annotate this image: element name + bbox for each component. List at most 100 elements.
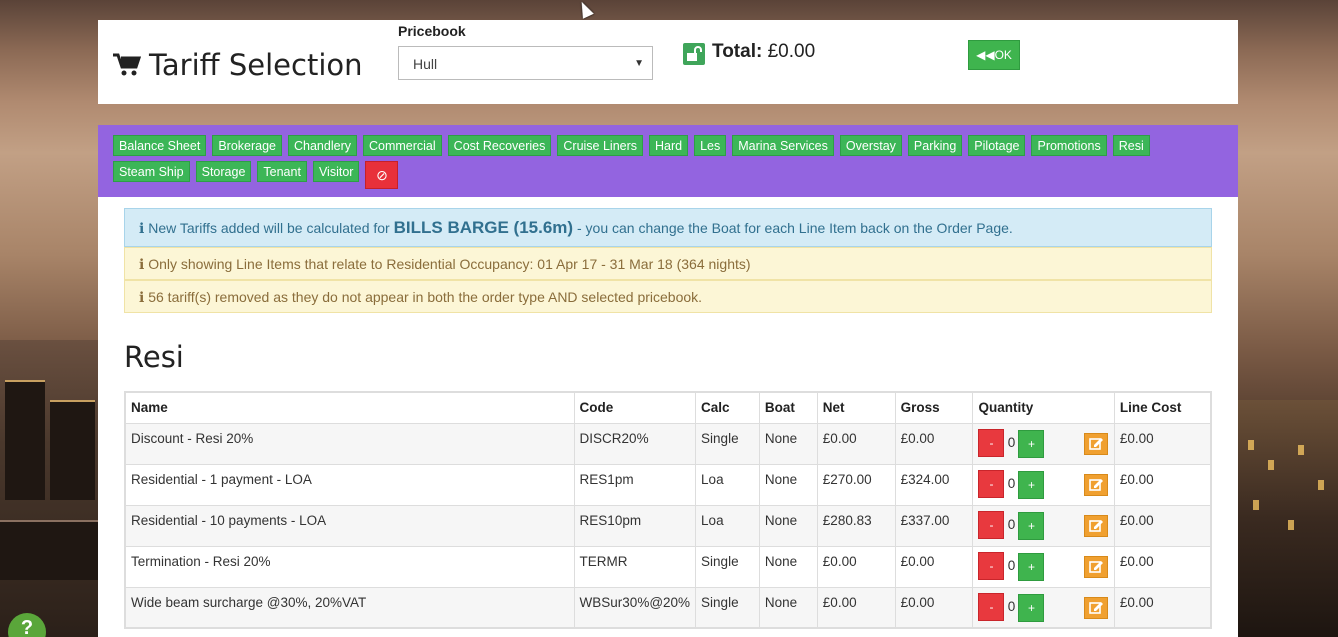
ok-label: OK: [994, 48, 1012, 62]
background-scene-right: [1238, 400, 1338, 637]
category-button-resi[interactable]: Resi: [1112, 135, 1150, 156]
category-button-cruise-liners[interactable]: Cruise Liners: [557, 135, 644, 156]
header-code: Code: [573, 391, 697, 424]
category-button-cost-recoveries[interactable]: Cost Recoveries: [447, 135, 552, 156]
cell-boat: None: [758, 463, 818, 506]
cell-boat: None: [758, 586, 818, 629]
pricebook-selected-value: Hull: [413, 56, 438, 72]
cell-code: TERMR: [573, 545, 697, 588]
edit-line-button[interactable]: [1083, 432, 1108, 455]
header-name: Name: [124, 391, 575, 424]
cell-net: £0.00: [816, 422, 896, 465]
decrease-quantity-button[interactable]: -: [978, 428, 1005, 457]
info-icon: ℹ: [139, 289, 145, 305]
category-button-hard[interactable]: Hard: [649, 135, 689, 156]
increase-quantity-button[interactable]: +: [1018, 429, 1045, 458]
decrease-quantity-button[interactable]: -: [978, 510, 1005, 539]
cell-calc: Single: [695, 545, 760, 588]
cell-name: Residential - 10 payments - LOA: [124, 504, 575, 547]
category-button-visitor[interactable]: Visitor: [312, 161, 360, 182]
cell-code: RES1pm: [573, 463, 697, 506]
edit-line-button[interactable]: [1083, 514, 1108, 537]
unlock-button[interactable]: [683, 43, 705, 65]
category-button-tenant[interactable]: Tenant: [257, 161, 307, 182]
cell-gross: £324.00: [894, 463, 974, 506]
cell-quantity: -0 +: [972, 422, 1115, 465]
category-button-chandlery[interactable]: Chandlery: [288, 135, 357, 156]
edit-icon: [1089, 560, 1103, 573]
chevron-down-icon: ▼: [634, 58, 644, 69]
cell-calc: Single: [695, 586, 760, 629]
info-suffix: - you can change the Boat for each Line …: [576, 220, 1013, 236]
header-net: Net: [816, 391, 896, 424]
table-header-row: Name Code Calc Boat Net Gross Quantity L…: [124, 391, 1212, 424]
quantity-value: 0: [1007, 476, 1016, 491]
pricebook-label: Pricebook: [398, 23, 466, 39]
header-line-cost: Line Cost: [1113, 391, 1212, 424]
edit-line-button[interactable]: [1083, 473, 1108, 496]
tariff-panel: ℹ New Tariffs added will be calculated f…: [98, 197, 1238, 637]
cell-name: Discount - Resi 20%: [124, 422, 575, 465]
cell-code: WBSur30%@20%: [573, 586, 697, 629]
cell-line-cost: £0.00: [1113, 504, 1212, 547]
edit-line-button[interactable]: [1083, 555, 1108, 578]
category-button-commercial[interactable]: Commercial: [362, 135, 442, 156]
edit-icon: [1089, 601, 1103, 614]
category-button-overstay[interactable]: Overstay: [839, 135, 902, 156]
tariff-table-body: Discount - Resi 20% DISCR20% Single None £0.…: [124, 422, 1212, 629]
cell-gross: £0.00: [894, 422, 974, 465]
cell-calc: Single: [695, 422, 760, 465]
increase-quantity-button[interactable]: +: [1018, 593, 1045, 622]
cell-line-cost: £0.00: [1113, 463, 1212, 506]
decrease-quantity-button[interactable]: -: [978, 469, 1005, 498]
decrease-quantity-button[interactable]: -: [978, 592, 1005, 621]
tariff-header: Tariff Selection Pricebook Hull ▼ Total:…: [98, 20, 1238, 104]
category-button-promotions[interactable]: Promotions: [1031, 135, 1107, 156]
page-title-text: Tariff Selection: [149, 48, 363, 82]
header-gross: Gross: [894, 391, 974, 424]
table-row: Termination - Resi 20% TERMR Single None £0.…: [124, 545, 1212, 588]
header-calc: Calc: [695, 391, 760, 424]
cell-gross: £0.00: [894, 586, 974, 629]
clear-filter-button[interactable]: ⊘: [365, 161, 399, 189]
page-title: Tariff Selection: [113, 48, 363, 82]
cell-quantity: -0 +: [972, 586, 1115, 629]
increase-quantity-button[interactable]: +: [1018, 511, 1045, 540]
edit-icon: [1089, 478, 1103, 491]
edit-icon: [1089, 519, 1103, 532]
cell-net: £0.00: [816, 586, 896, 629]
table-row: Residential - 10 payments - LOA RES10pm Lo…: [124, 504, 1212, 547]
boat-name: BILLS BARGE (15.6m): [393, 218, 574, 237]
table-row: Discount - Resi 20% DISCR20% Single None £0.…: [124, 422, 1212, 465]
category-button-steam-ship[interactable]: Steam Ship: [113, 161, 190, 182]
help-label: ?: [20, 617, 34, 637]
category-button-storage[interactable]: Storage: [195, 161, 252, 182]
cell-code: DISCR20%: [573, 422, 697, 465]
ok-button[interactable]: ◀◀OK: [968, 40, 1020, 70]
category-button-brokerage[interactable]: Brokerage: [212, 135, 282, 156]
cell-name: Termination - Resi 20%: [124, 545, 575, 588]
category-button-parking[interactable]: Parking: [907, 135, 963, 156]
category-button-pilotage[interactable]: Pilotage: [968, 135, 1026, 156]
cell-name: Wide beam surcharge @30%, 20%VAT: [124, 586, 575, 629]
cell-name: Residential - 1 payment - LOA: [124, 463, 575, 506]
cell-line-cost: £0.00: [1113, 422, 1212, 465]
cell-net: £0.00: [816, 545, 896, 588]
cell-boat: None: [758, 545, 818, 588]
occupancy-alert: ℹ Only showing Line Items that relate to…: [124, 247, 1212, 280]
cell-boat: None: [758, 504, 818, 547]
ban-icon: ⊘: [376, 167, 388, 183]
edit-line-button[interactable]: [1083, 596, 1108, 619]
cell-net: £270.00: [816, 463, 896, 506]
decrease-quantity-button[interactable]: -: [978, 551, 1005, 580]
increase-quantity-button[interactable]: +: [1018, 552, 1045, 581]
cell-calc: Loa: [695, 463, 760, 506]
removed-tariffs-alert-text: 56 tariff(s) removed as they do not appe…: [148, 289, 703, 305]
quantity-value: 0: [1007, 435, 1016, 450]
pricebook-select[interactable]: Hull ▼: [398, 46, 653, 80]
category-button-les[interactable]: Les: [694, 135, 727, 156]
quantity-value: 0: [1007, 517, 1016, 532]
category-button-marina-services[interactable]: Marina Services: [732, 135, 834, 156]
increase-quantity-button[interactable]: +: [1018, 470, 1045, 499]
category-button-balance-sheet[interactable]: Balance Sheet: [113, 135, 207, 156]
